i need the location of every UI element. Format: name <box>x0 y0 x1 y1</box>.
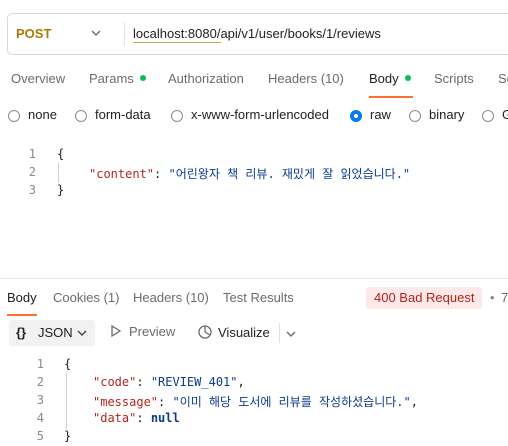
response-body-viewer[interactable]: 1 2 3 4 5 { "code": "REVIEW_401", "messa… <box>0 355 508 446</box>
tab-scripts[interactable]: Scripts <box>434 71 474 86</box>
active-response-tab-indicator <box>7 314 37 316</box>
status-badge[interactable]: 400 Bad Request <box>366 287 483 309</box>
tab-params-label: Params <box>89 71 134 86</box>
braces-icon: {} <box>16 325 27 340</box>
radio-x-www-form-urlencoded[interactable]: x-www-form-urlencoded <box>171 107 329 122</box>
code-line: "message": "이미 해당 도서에 리뷰를 작성하셨습니다.", <box>93 395 418 409</box>
line-number: 5 <box>36 429 44 443</box>
tab-body[interactable]: Body <box>369 71 411 86</box>
code-line: } <box>64 429 72 443</box>
tab-headers[interactable]: Headers (10) <box>268 71 344 86</box>
chevron-down-icon[interactable] <box>90 25 102 41</box>
indent-guide <box>66 373 67 429</box>
line-number: 1 <box>28 147 36 161</box>
code-line: "code": "REVIEW_401", <box>93 375 245 389</box>
code-line: { <box>57 147 65 161</box>
response-time[interactable]: 7 <box>501 290 508 305</box>
radio-circle <box>171 110 183 122</box>
line-number: 2 <box>36 375 44 389</box>
radio-graphql[interactable]: G <box>482 107 508 122</box>
indent-guide <box>58 163 59 183</box>
radio-raw[interactable]: raw <box>350 107 391 122</box>
status-separator-dot: • <box>490 290 495 305</box>
visualize-button[interactable]: Visualize <box>197 324 270 340</box>
line-number: 1 <box>36 357 44 371</box>
pane-divider <box>0 278 508 279</box>
radio-label: G <box>502 107 508 122</box>
line-number: 2 <box>28 165 36 179</box>
radio-label: form-data <box>95 107 151 122</box>
response-tab-body[interactable]: Body <box>7 290 37 305</box>
tab-params[interactable]: Params <box>89 71 146 86</box>
method-select[interactable]: POST <box>16 26 51 41</box>
url-input[interactable]: localhost:8080/api/v1/user/books/1/revie… <box>133 26 381 41</box>
radio-label: raw <box>370 107 391 122</box>
radio-circle <box>482 110 494 122</box>
body-indicator-dot <box>404 75 411 81</box>
tab-body-label: Body <box>369 71 399 86</box>
radio-circle <box>75 110 87 122</box>
radio-circle-selected <box>350 110 362 122</box>
radio-circle <box>8 110 20 122</box>
code-line: { <box>64 357 72 371</box>
visualize-icon <box>198 325 212 339</box>
code-line: } <box>57 183 65 197</box>
play-icon <box>111 324 122 338</box>
response-tab-headers[interactable]: Headers (10) <box>133 290 209 305</box>
code-line: "data": null <box>93 411 180 425</box>
visualize-label: Visualize <box>218 325 270 340</box>
radio-label: none <box>28 107 57 122</box>
format-label: JSON <box>38 325 73 340</box>
code-line: "content": "어린왕자 책 리뷰. 재밌게 잘 읽었습니다." <box>89 167 411 181</box>
tab-authorization[interactable]: Authorization <box>168 71 244 86</box>
url-separator <box>124 22 125 46</box>
radio-circle <box>409 110 421 122</box>
preview-label: Preview <box>129 324 176 339</box>
url-variable-underline <box>133 42 221 43</box>
params-indicator-dot <box>139 75 146 81</box>
format-select[interactable]: {} JSON <box>9 320 95 346</box>
radio-none[interactable]: none <box>8 107 57 122</box>
tab-settings[interactable]: Se <box>498 71 508 86</box>
response-tab-cookies[interactable]: Cookies (1) <box>53 290 119 305</box>
response-tab-test-results[interactable]: Test Results <box>223 290 294 305</box>
chevron-down-icon <box>77 330 87 336</box>
tab-overview[interactable]: Overview <box>11 71 65 86</box>
radio-label: binary <box>429 107 465 122</box>
request-body-editor[interactable]: 1 2 3 { "content": "어린왕자 책 리뷰. 재밌게 잘 읽었습… <box>0 145 508 275</box>
chevron-down-icon[interactable] <box>285 327 297 341</box>
line-number: 4 <box>36 411 44 425</box>
radio-binary[interactable]: binary <box>409 107 464 122</box>
preview-button[interactable]: Preview <box>110 324 175 339</box>
toolbar-divider <box>279 323 280 343</box>
active-tab-indicator <box>369 96 413 98</box>
line-number: 3 <box>28 183 36 197</box>
radio-form-data[interactable]: form-data <box>75 107 151 122</box>
radio-label: x-www-form-urlencoded <box>191 107 329 122</box>
line-number: 3 <box>36 393 44 407</box>
url-bar: POST localhost:8080/api/v1/user/books/1/… <box>7 13 508 55</box>
